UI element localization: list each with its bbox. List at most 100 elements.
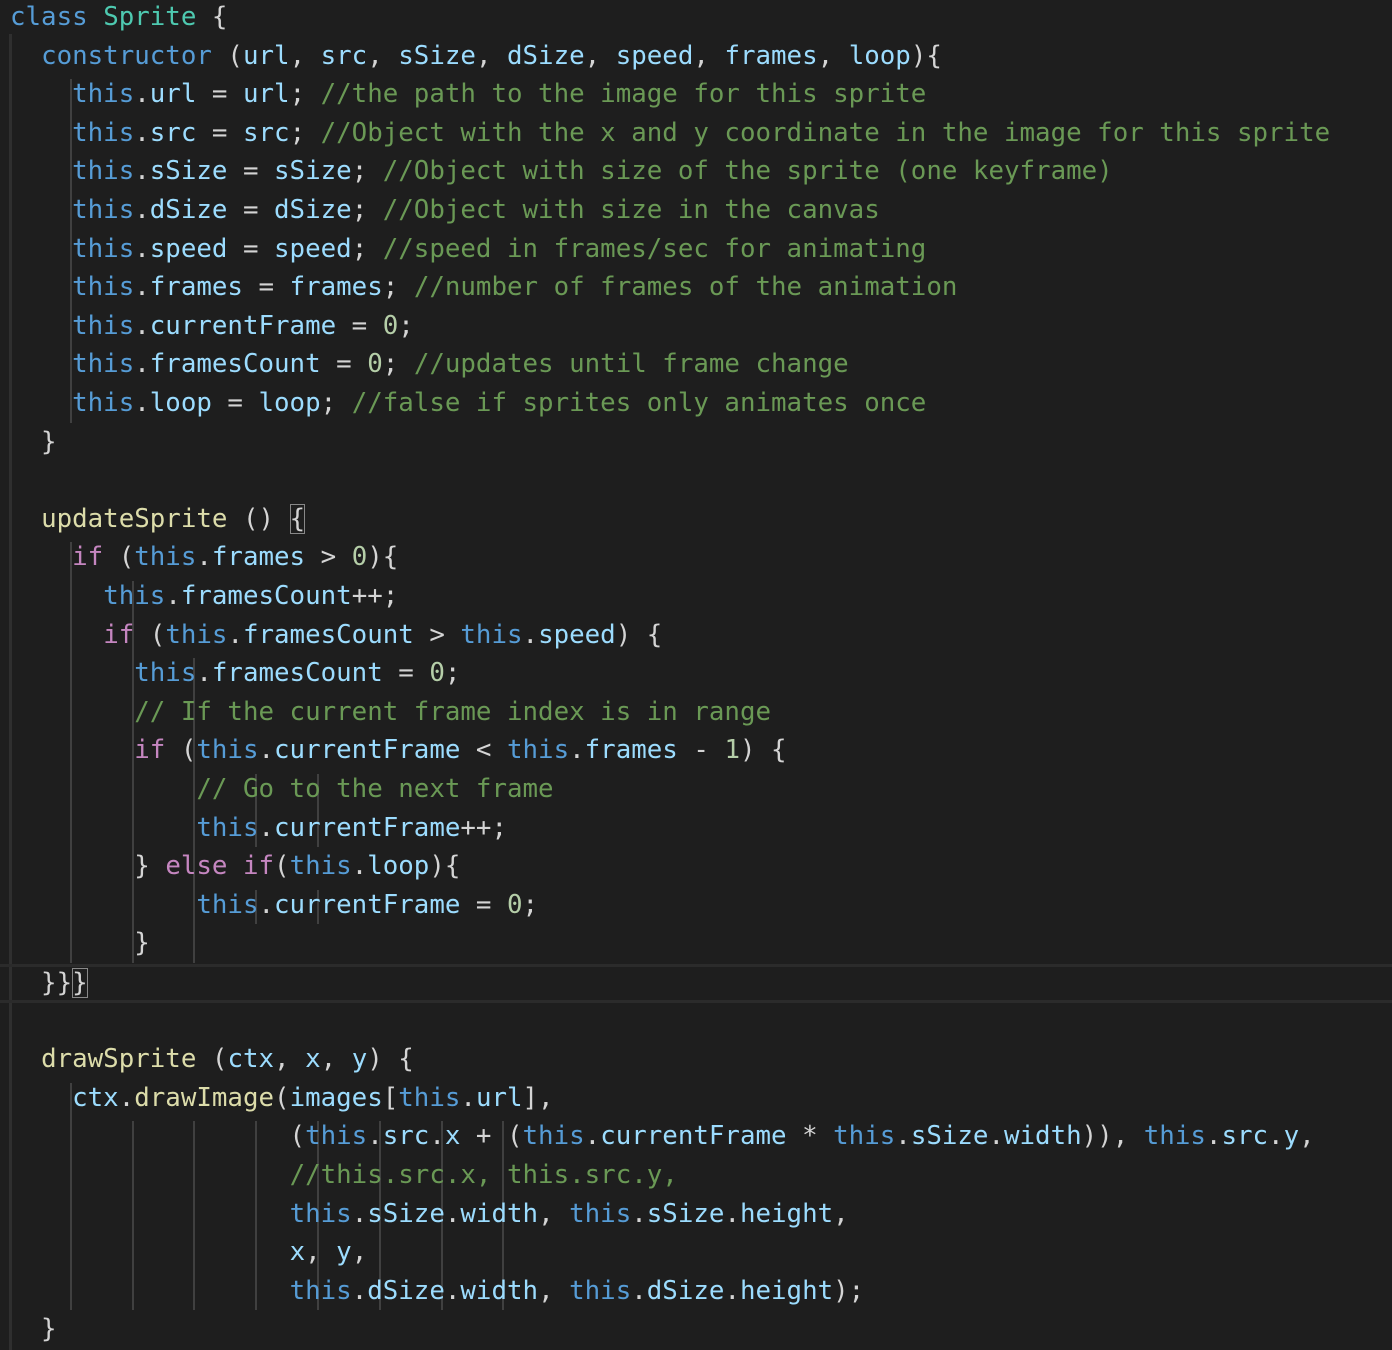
code-token: if (72, 542, 104, 573)
code-token: , (1299, 1121, 1315, 1152)
code-token: , (538, 1198, 570, 1229)
code-token: //updates until frame change (413, 349, 849, 380)
code-line[interactable]: }}} (0, 964, 1392, 1003)
code-line[interactable]: if (this.currentFrame < this.frames - 1)… (0, 731, 1392, 770)
code-line[interactable]: this.sSize.width, this.sSize.height, (0, 1195, 1392, 1234)
code-line[interactable]: // Go to the next frame (0, 770, 1392, 809)
code-line[interactable]: this.dSize = dSize; //Object with size i… (0, 191, 1392, 230)
code-token: } (10, 851, 166, 882)
code-token: . (134, 233, 150, 264)
code-token: 0 (382, 310, 399, 341)
code-token: //speed in frames/sec for animating (382, 233, 927, 264)
code-token: ( (274, 1082, 290, 1113)
code-token: ; (351, 156, 383, 187)
code-line[interactable] (0, 1002, 1392, 1041)
code-line[interactable]: this.src = src; //Object with the x and … (0, 114, 1392, 153)
code-line[interactable]: this.sSize = sSize; //Object with size o… (0, 152, 1392, 191)
code-editor[interactable]: class Sprite { constructor (url, src, sS… (0, 0, 1392, 1350)
code-token: ; (444, 658, 461, 689)
code-line[interactable]: this.dSize.width, this.dSize.height); (0, 1272, 1392, 1311)
code-line[interactable]: //this.src.x, this.src.y, (0, 1156, 1392, 1195)
code-token: this (72, 117, 135, 148)
code-token: . (258, 812, 275, 843)
code-token: } (10, 928, 150, 959)
code-token: this (134, 542, 197, 573)
code-token: url (475, 1082, 523, 1113)
code-token: speed (538, 619, 616, 650)
code-token: . (134, 272, 150, 303)
code-line[interactable]: this.currentFrame++; (0, 809, 1392, 848)
code-token: url (242, 40, 290, 71)
code-line[interactable]: this.currentFrame = 0; (0, 886, 1392, 925)
code-token: // Go to the next frame (196, 774, 554, 804)
code-token: . (196, 542, 212, 573)
code-line[interactable]: this.currentFrame = 0; (0, 307, 1392, 346)
code-token: . (1268, 1121, 1284, 1152)
code-line[interactable]: (this.src.x + (this.currentFrame * this.… (0, 1117, 1392, 1156)
code-line[interactable]: this.frames = frames; //number of frames… (0, 268, 1392, 307)
code-token: ctx (72, 1082, 119, 1113)
code-token: ( (10, 1121, 306, 1152)
code-token: > (413, 619, 461, 650)
code-line[interactable]: updateSprite () { (0, 500, 1392, 539)
code-line[interactable]: if (this.framesCount > this.speed) { (0, 616, 1392, 655)
code-line[interactable]: } (0, 924, 1392, 963)
code-token: 0 (367, 349, 383, 380)
code-line[interactable]: this.framesCount++; (0, 577, 1392, 616)
code-token: . (351, 851, 368, 882)
code-token: . (196, 658, 212, 689)
code-line[interactable]: } (0, 423, 1392, 462)
code-token: currentFrame (274, 812, 461, 843)
code-token: if (134, 735, 166, 766)
code-line[interactable]: ctx.drawImage(images[this.url], (0, 1079, 1392, 1118)
code-line[interactable]: this.framesCount = 0; (0, 654, 1392, 693)
code-token: height (739, 1198, 834, 1229)
code-token: currentFrame (274, 735, 461, 766)
code-line[interactable] (0, 461, 1392, 500)
code-token: . (134, 349, 150, 380)
code-token: url (149, 79, 197, 110)
code-line[interactable]: this.url = url; //the path to the image … (0, 75, 1392, 114)
code-token: width (1004, 1121, 1082, 1152)
code-token: currentFrame (274, 889, 461, 920)
code-token: = (227, 156, 275, 187)
code-line[interactable]: } (0, 1310, 1392, 1349)
code-line[interactable]: drawSprite (ctx, x, y) { (0, 1040, 1392, 1079)
code-token: = (460, 889, 507, 920)
code-token: //number of frames of the animation (413, 272, 958, 303)
code-token: ; (522, 889, 539, 920)
code-token: . (367, 1121, 383, 1152)
code-token: ( (211, 40, 243, 71)
code-token: dSize (646, 1275, 725, 1306)
code-line[interactable]: class Sprite { (0, 0, 1392, 37)
code-line[interactable]: constructor (url, src, sSize, dSize, spe… (0, 37, 1392, 76)
code-token: src (242, 117, 290, 148)
code-token: sSize (398, 40, 476, 71)
code-line[interactable]: // If the current frame index is in rang… (0, 693, 1392, 732)
code-line[interactable]: this.speed = speed; //speed in frames/se… (0, 230, 1392, 269)
code-line[interactable]: if (this.frames > 0){ (0, 538, 1392, 577)
code-token: this (289, 1198, 352, 1229)
code-token: dSize (367, 1275, 445, 1306)
code-token: . (988, 1121, 1004, 1152)
code-token: frames (289, 272, 383, 303)
code-line[interactable]: } else if(this.loop){ (0, 847, 1392, 886)
code-line[interactable]: this.framesCount = 0; //updates until fr… (0, 345, 1392, 384)
code-token: , (289, 40, 321, 71)
code-token: dSize (507, 40, 585, 71)
code-line[interactable]: x, y, (0, 1233, 1392, 1272)
code-line[interactable]: this.loop = loop; //false if sprites onl… (0, 384, 1392, 423)
code-token: . (258, 889, 275, 920)
code-token: if (242, 851, 275, 882)
code-token: 1 (724, 735, 740, 766)
code-token: . (134, 388, 150, 418)
code-token: = (211, 388, 259, 418)
code-token: dSize (274, 195, 352, 225)
